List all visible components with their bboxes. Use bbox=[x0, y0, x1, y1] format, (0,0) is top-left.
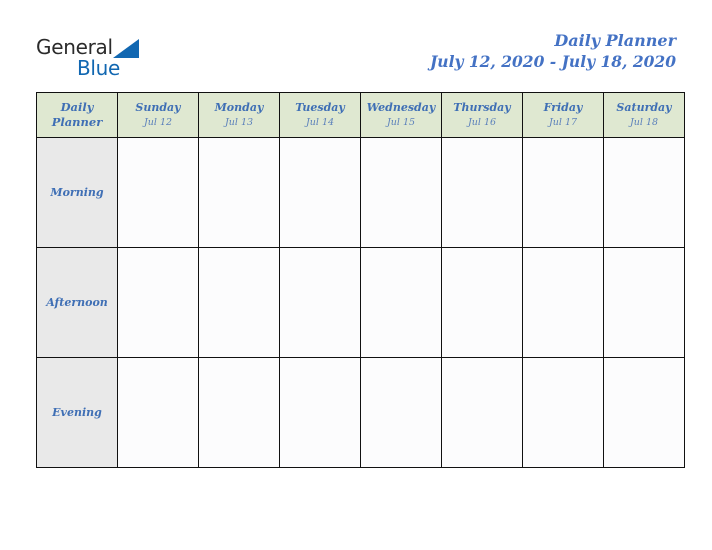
slot-cell-evening-monday[interactable] bbox=[198, 357, 280, 468]
day-date-label: Jul 15 bbox=[386, 116, 416, 128]
slot-label-afternoon: Afternoon bbox=[36, 247, 118, 358]
planner-table-head: Daily Planner Sunday Jul 12 Monday Jul 1… bbox=[36, 92, 685, 138]
day-header-wednesday: Wednesday Jul 15 bbox=[360, 92, 442, 138]
slot-cell-morning-sunday[interactable] bbox=[117, 137, 199, 248]
slot-cell-afternoon-monday[interactable] bbox=[198, 247, 280, 358]
planner-corner-header: Daily Planner bbox=[36, 92, 118, 138]
day-header-friday: Friday Jul 17 bbox=[522, 92, 604, 138]
slot-cell-evening-friday[interactable] bbox=[522, 357, 604, 468]
day-date-label: Jul 18 bbox=[629, 116, 659, 128]
logo-text-general: General bbox=[36, 35, 113, 59]
slot-cell-morning-saturday[interactable] bbox=[603, 137, 685, 248]
day-name-label: Monday bbox=[214, 100, 264, 114]
day-date-label: Jul 17 bbox=[548, 116, 578, 128]
slot-cell-afternoon-tuesday[interactable] bbox=[279, 247, 361, 358]
planner-table-body: Morning Afternoon Evening bbox=[36, 137, 685, 468]
slot-label-morning: Morning bbox=[36, 137, 118, 248]
slot-cell-evening-tuesday[interactable] bbox=[279, 357, 361, 468]
planner-container: Daily Planner Sunday Jul 12 Monday Jul 1… bbox=[36, 92, 685, 468]
day-date-label: Jul 14 bbox=[305, 116, 335, 128]
general-blue-logo: General Blue bbox=[36, 36, 206, 82]
slot-cell-evening-sunday[interactable] bbox=[117, 357, 199, 468]
day-name-label: Friday bbox=[543, 100, 583, 114]
date-range-label: July 12, 2020 - July 18, 2020 bbox=[429, 52, 676, 71]
table-row: Morning bbox=[36, 137, 685, 248]
table-row: Evening bbox=[36, 357, 685, 468]
day-name-label: Sunday bbox=[135, 100, 181, 114]
page-header: General Blue Daily Planner July 12, 2020… bbox=[0, 0, 712, 92]
slot-cell-afternoon-saturday[interactable] bbox=[603, 247, 685, 358]
slot-label-evening: Evening bbox=[36, 357, 118, 468]
day-date-label: Jul 16 bbox=[467, 116, 497, 128]
day-name-label: Tuesday bbox=[295, 100, 345, 114]
day-date-label: Jul 13 bbox=[224, 116, 254, 128]
logo-text-blue: Blue bbox=[77, 56, 121, 80]
corner-label-line1: Daily bbox=[60, 100, 94, 114]
slot-cell-morning-friday[interactable] bbox=[522, 137, 604, 248]
day-header-monday: Monday Jul 13 bbox=[198, 92, 280, 138]
daily-planner-table: Daily Planner Sunday Jul 12 Monday Jul 1… bbox=[36, 92, 685, 468]
day-header-sunday: Sunday Jul 12 bbox=[117, 92, 199, 138]
slot-cell-afternoon-sunday[interactable] bbox=[117, 247, 199, 358]
slot-cell-morning-tuesday[interactable] bbox=[279, 137, 361, 248]
slot-cell-morning-monday[interactable] bbox=[198, 137, 280, 248]
day-date-label: Jul 12 bbox=[143, 116, 173, 128]
title-block: Daily Planner July 12, 2020 - July 18, 2… bbox=[430, 31, 676, 73]
day-name-label: Wednesday bbox=[366, 100, 436, 114]
slot-cell-afternoon-friday[interactable] bbox=[522, 247, 604, 358]
slot-cell-afternoon-thursday[interactable] bbox=[441, 247, 523, 358]
day-name-label: Saturday bbox=[616, 100, 672, 114]
page-title: Daily Planner bbox=[554, 31, 676, 50]
day-name-label: Thursday bbox=[453, 100, 511, 114]
planner-header-row: Daily Planner Sunday Jul 12 Monday Jul 1… bbox=[36, 92, 685, 138]
slot-cell-morning-wednesday[interactable] bbox=[360, 137, 442, 248]
day-header-tuesday: Tuesday Jul 14 bbox=[279, 92, 361, 138]
corner-label-line2: Planner bbox=[51, 115, 103, 129]
slot-cell-morning-thursday[interactable] bbox=[441, 137, 523, 248]
slot-cell-afternoon-wednesday[interactable] bbox=[360, 247, 442, 358]
slot-cell-evening-wednesday[interactable] bbox=[360, 357, 442, 468]
day-header-saturday: Saturday Jul 18 bbox=[603, 92, 685, 138]
table-row: Afternoon bbox=[36, 247, 685, 358]
slot-cell-evening-saturday[interactable] bbox=[603, 357, 685, 468]
slot-cell-evening-thursday[interactable] bbox=[441, 357, 523, 468]
day-header-thursday: Thursday Jul 16 bbox=[441, 92, 523, 138]
